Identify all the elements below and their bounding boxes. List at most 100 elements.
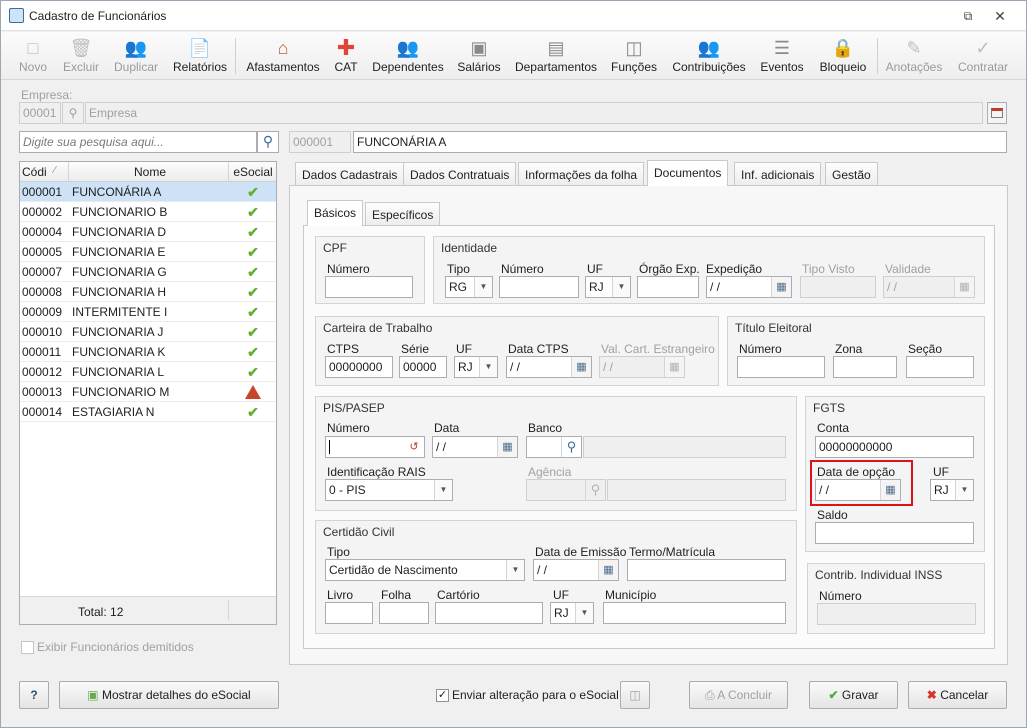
contributions-button[interactable]: 👥 Contribuições xyxy=(667,34,751,78)
certidao-type-select[interactable]: Certidão de Nascimento ▼ xyxy=(325,559,525,581)
table-row[interactable]: 000007 FUNCIONARIA G ✔ xyxy=(20,262,276,282)
tab-documentos[interactable]: Documentos xyxy=(647,160,729,186)
certidao-sheet-field[interactable] xyxy=(379,602,429,624)
cancel-button[interactable]: ✖ Cancelar xyxy=(908,681,1007,709)
ctps-val-date[interactable]: / / ▦ xyxy=(599,356,685,378)
employee-code-field[interactable]: 000001 xyxy=(289,131,351,153)
block-button[interactable]: 🔒 Bloqueio xyxy=(813,34,873,78)
save-button[interactable]: ✔ Gravar xyxy=(809,681,898,709)
id-uf-select[interactable]: RJ ▼ xyxy=(585,276,631,298)
send-change-checkbox[interactable]: ✓ xyxy=(436,689,449,702)
titulo-zona-field[interactable] xyxy=(833,356,897,378)
table-row[interactable]: 000010 FUNCIONARIA J ✔ xyxy=(20,322,276,342)
id-visa-field[interactable] xyxy=(800,276,876,298)
ctps-date[interactable]: / / ▦ xyxy=(506,356,592,378)
conclude-button[interactable]: ⎙ A Concluir xyxy=(689,681,788,709)
tab-inf-adicionais[interactable]: Inf. adicionais xyxy=(734,162,822,186)
calendar-icon[interactable]: ▦ xyxy=(954,277,974,297)
leaves-button[interactable]: ⌂ Afastamentos xyxy=(241,34,325,78)
table-row[interactable]: 000013 FUNCIONARIO M xyxy=(20,382,276,402)
certidao-uf-select[interactable]: RJ ▼ xyxy=(550,602,594,624)
search-icon[interactable]: ⚲ xyxy=(585,480,605,500)
search-icon[interactable]: ⚲ xyxy=(561,437,581,457)
calendar-icon[interactable]: ▦ xyxy=(664,357,684,377)
id-orgao-field[interactable] xyxy=(637,276,699,298)
table-row[interactable]: 000011 FUNCIONARIA K ✔ xyxy=(20,342,276,362)
table-row[interactable]: 000002 FUNCIONARIO B ✔ xyxy=(20,202,276,222)
table-row[interactable]: 000014 ESTAGIARIA N ✔ xyxy=(20,402,276,422)
calendar-icon[interactable]: ▦ xyxy=(771,277,791,297)
table-row[interactable]: 000012 FUNCIONARIA L ✔ xyxy=(20,362,276,382)
calendar-icon[interactable]: ▦ xyxy=(598,560,618,580)
esocial-send-button[interactable]: ◫ xyxy=(620,681,650,709)
ctps-serie-field[interactable]: 00000 xyxy=(399,356,447,378)
hire-button[interactable]: ✓ Contratar xyxy=(953,34,1013,78)
certidao-book-field[interactable] xyxy=(325,602,373,624)
pis-rais-select[interactable]: 0 - PIS ▼ xyxy=(325,479,453,501)
pis-agency-code-field[interactable]: ⚲ xyxy=(526,479,606,501)
help-button[interactable]: ? xyxy=(19,681,49,709)
delete-button[interactable]: 🗑 Excluir xyxy=(59,34,103,78)
functions-button[interactable]: ◫ Funções xyxy=(607,34,661,78)
id-validity-date[interactable]: / / ▦ xyxy=(883,276,975,298)
fgts-account-field[interactable]: 00000000000 xyxy=(815,436,974,458)
empresa-code-field[interactable]: 00001 xyxy=(19,102,61,124)
id-type-select[interactable]: RG ▼ xyxy=(445,276,493,298)
calendar-icon[interactable]: ▦ xyxy=(880,480,900,500)
table-row[interactable]: 000008 FUNCIONARIA H ✔ xyxy=(20,282,276,302)
id-number-field[interactable] xyxy=(499,276,579,298)
table-row[interactable]: 000005 FUNCIONARIA E ✔ xyxy=(20,242,276,262)
tab-gestao[interactable]: Gestão xyxy=(825,162,878,186)
id-expedicao-date[interactable]: / / ▦ xyxy=(706,276,792,298)
dependents-button[interactable]: 👥 Dependentes xyxy=(369,34,447,78)
inss-number-field[interactable] xyxy=(817,603,976,625)
tab-basicos[interactable]: Básicos xyxy=(307,200,364,226)
table-row[interactable]: 000001 FUNCONÁRIA A ✔ xyxy=(20,182,276,202)
certidao-registry-field[interactable] xyxy=(435,602,543,624)
pis-bank-code-field[interactable]: ⚲ xyxy=(526,436,582,458)
tab-dados-contratuais[interactable]: Dados Contratuais xyxy=(403,162,517,186)
column-name[interactable]: Nome xyxy=(70,165,230,179)
refresh-icon[interactable]: ↺ xyxy=(404,437,424,457)
certidao-city-field[interactable] xyxy=(603,602,786,624)
tab-especificos[interactable]: Específicos xyxy=(365,202,441,226)
certidao-term-field[interactable] xyxy=(627,559,786,581)
fgts-balance-field[interactable] xyxy=(815,522,974,544)
fgts-option-date[interactable]: / / ▦ xyxy=(815,479,901,501)
events-button[interactable]: ☰ Eventos xyxy=(757,34,807,78)
reports-button[interactable]: 📄 Relatórios xyxy=(169,34,231,78)
tab-informacoes-folha[interactable]: Informações da folha xyxy=(518,162,645,186)
search-icon[interactable]: ⚲ xyxy=(257,131,279,153)
close-icon[interactable]: ✕ xyxy=(991,7,1009,25)
ctps-uf-select[interactable]: RJ ▼ xyxy=(454,356,498,378)
new-button[interactable]: □ Novo xyxy=(11,34,55,78)
table-row[interactable]: 000009 INTERMITENTE I ✔ xyxy=(20,302,276,322)
esocial-details-button[interactable]: ▣ Mostrar detalhes do eSocial xyxy=(59,681,279,709)
search-icon[interactable]: ⚲ xyxy=(62,102,84,124)
salaries-button[interactable]: ▣ Salários xyxy=(453,34,505,78)
pis-bank-name-field[interactable] xyxy=(583,436,786,458)
column-code[interactable]: Códi xyxy=(22,165,47,179)
empresa-name-field[interactable]: Empresa xyxy=(85,102,983,124)
employee-name-field[interactable]: FUNCONÁRIA A xyxy=(353,131,1007,153)
ctps-field[interactable]: 00000000 xyxy=(325,356,393,378)
search-input[interactable]: Digite sua pesquisa aqui... xyxy=(19,131,257,153)
certidao-emission-date[interactable]: / / ▦ xyxy=(533,559,619,581)
calendar-icon[interactable]: ▦ xyxy=(571,357,591,377)
cpf-number-field[interactable] xyxy=(325,276,413,298)
restore-icon[interactable]: ⧉ xyxy=(959,7,977,25)
titulo-number-field[interactable] xyxy=(737,356,825,378)
pis-agency-name-field[interactable] xyxy=(607,479,786,501)
notes-button[interactable]: ✎ Anotações xyxy=(881,34,947,78)
show-dismissed-checkbox[interactable] xyxy=(21,641,34,654)
empresa-window-button[interactable] xyxy=(987,102,1007,124)
titulo-secao-field[interactable] xyxy=(906,356,974,378)
column-esocial[interactable]: eSocial xyxy=(230,165,276,179)
table-row[interactable]: 000004 FUNCIONARIA D ✔ xyxy=(20,222,276,242)
pis-number-field[interactable]: ↺ xyxy=(325,436,425,458)
departments-button[interactable]: ▤ Departamentos xyxy=(511,34,601,78)
pis-date[interactable]: / / ▦ xyxy=(432,436,518,458)
fgts-uf-select[interactable]: RJ ▼ xyxy=(930,479,974,501)
tab-dados-cadastrais[interactable]: Dados Cadastrais xyxy=(295,162,405,186)
duplicate-button[interactable]: 👥 Duplicar xyxy=(109,34,163,78)
